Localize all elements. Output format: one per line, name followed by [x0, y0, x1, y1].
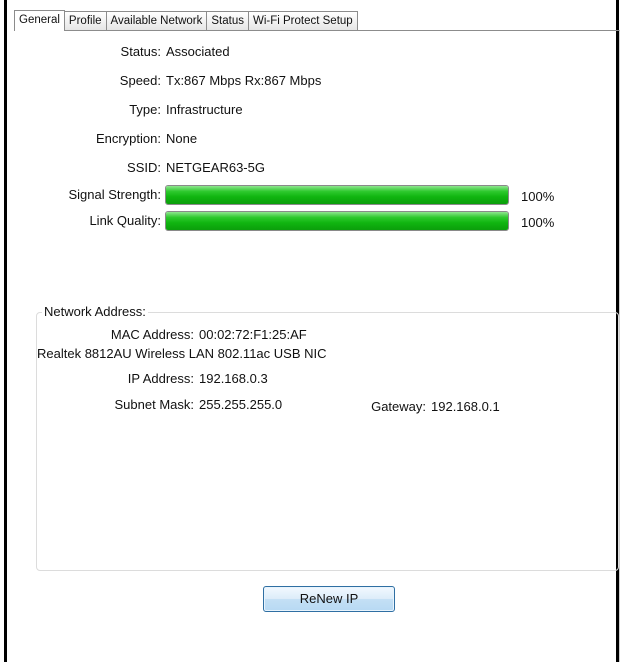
ssid-label: SSID: — [127, 160, 161, 175]
tab-general[interactable]: General — [14, 10, 65, 31]
speed-value: Tx:867 Mbps Rx:867 Mbps — [166, 73, 322, 88]
ip-address-value: 192.168.0.3 — [199, 371, 268, 386]
link-quality-label: Link Quality: — [89, 213, 161, 228]
status-value: Associated — [166, 44, 230, 59]
gateway-label: Gateway: — [371, 399, 426, 414]
renew-ip-button[interactable]: ReNew IP — [263, 586, 395, 612]
signal-strength-fill — [166, 186, 508, 204]
network-address-title: Network Address: — [42, 304, 148, 319]
general-tab-page: Status: Associated Speed: Tx:867 Mbps Rx… — [14, 30, 620, 662]
link-quality-percent: 100% — [521, 215, 555, 230]
type-value: Infrastructure — [166, 102, 243, 117]
type-label: Type: — [129, 102, 161, 117]
gateway-value: 192.168.0.1 — [431, 399, 500, 414]
encryption-label: Encryption: — [95, 131, 161, 146]
encryption-value: None — [166, 131, 198, 146]
tab-profile[interactable]: Profile — [63, 11, 107, 30]
status-label: Status: — [120, 44, 161, 59]
tab-available-network[interactable]: Available Network — [105, 11, 208, 30]
tab-strip: General Profile Available Network Status… — [14, 10, 358, 31]
signal-strength-bar — [165, 185, 509, 205]
ip-address-label: IP Address: — [127, 371, 194, 386]
tab-wifi-protect-setup[interactable]: Wi-Fi Protect Setup — [247, 11, 358, 30]
link-quality-bar — [165, 211, 509, 231]
speed-label: Speed: — [119, 73, 161, 88]
signal-strength-label: Signal Strength: — [68, 187, 161, 202]
mac-address-value: 00:02:72:F1:25:AF — [199, 327, 307, 342]
ssid-value: NETGEAR63-5G — [166, 160, 265, 175]
window-frame: General Profile Available Network Status… — [4, 0, 620, 662]
adapter-name: Realtek 8812AU Wireless LAN 802.11ac USB… — [37, 346, 327, 361]
subnet-mask-value: 255.255.255.0 — [199, 397, 283, 412]
mac-address-label: MAC Address: — [110, 327, 194, 342]
subnet-mask-label: Subnet Mask: — [114, 397, 195, 412]
link-quality-fill — [166, 212, 508, 230]
tab-status[interactable]: Status — [206, 11, 249, 30]
signal-strength-percent: 100% — [521, 189, 555, 204]
